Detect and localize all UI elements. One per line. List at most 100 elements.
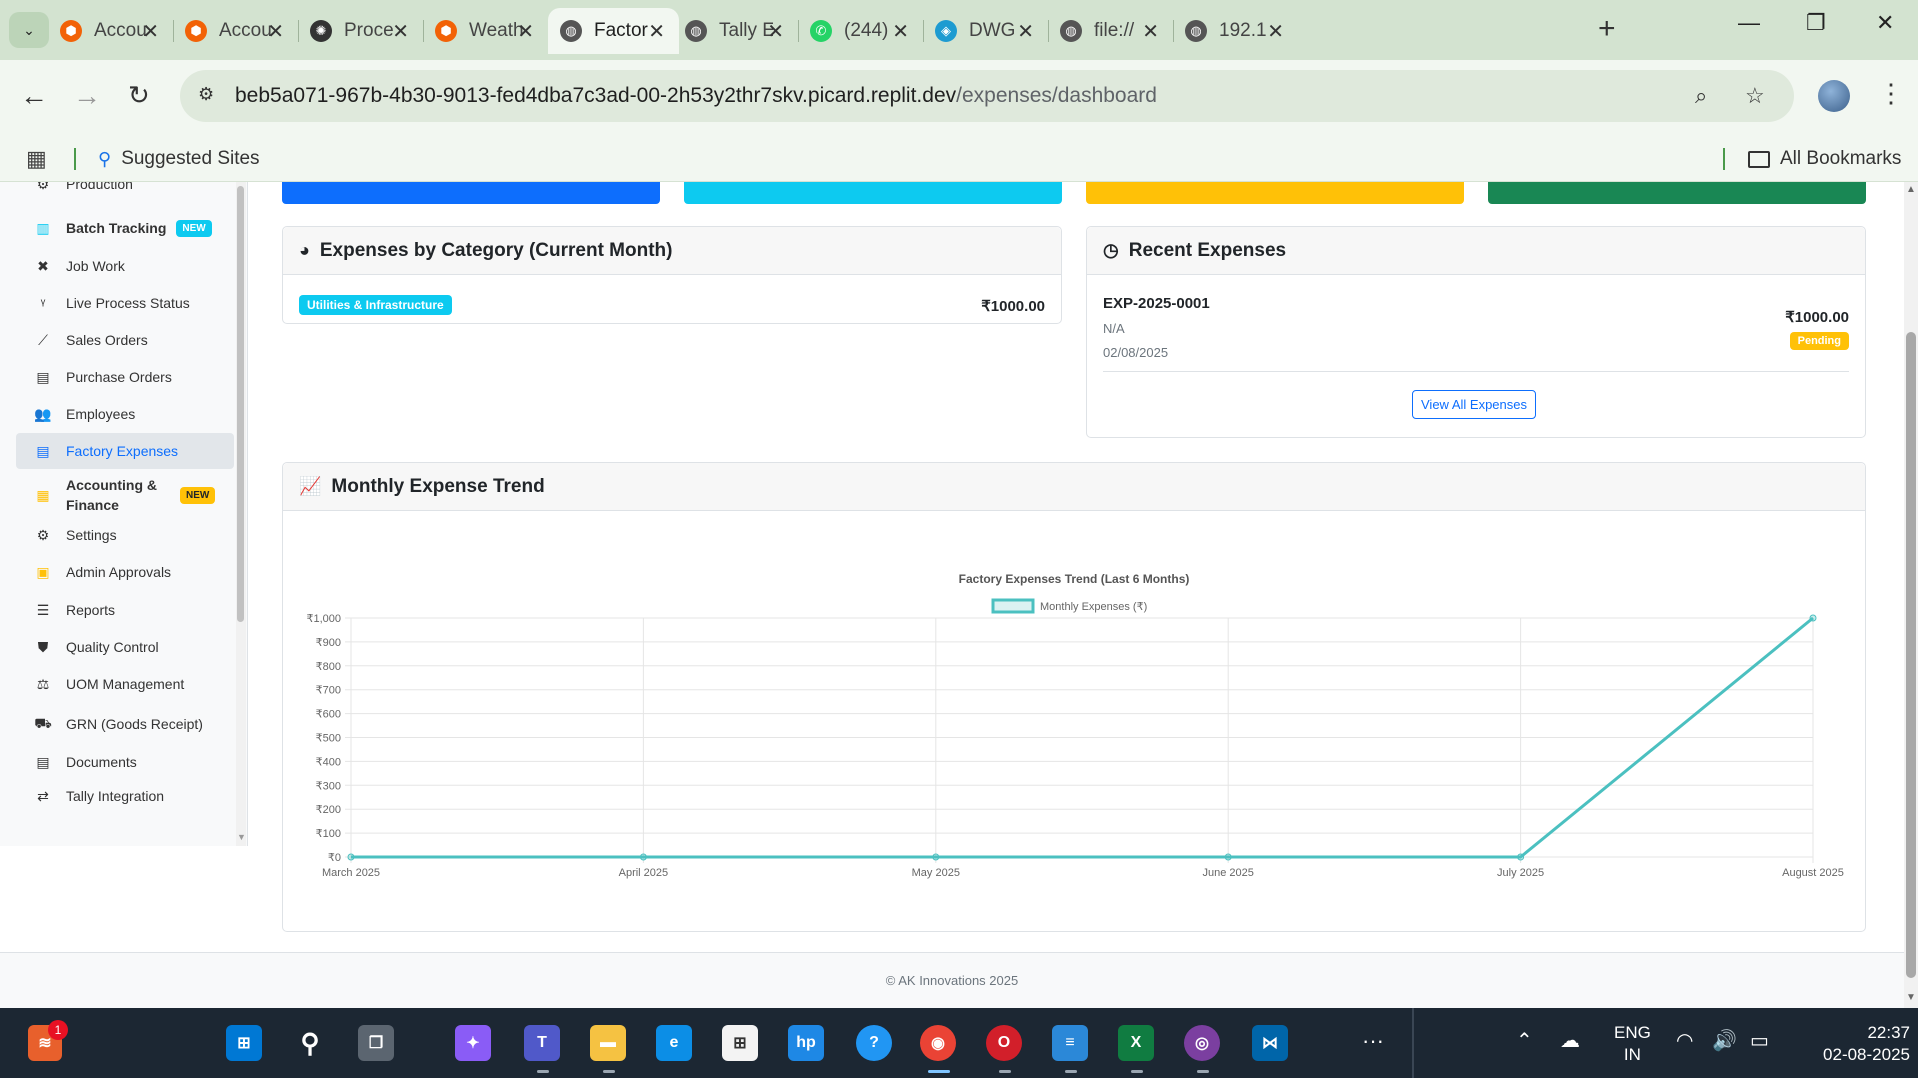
chrome-icon[interactable]: ◉: [920, 1025, 956, 1061]
running-indicator: [1065, 1070, 1077, 1073]
zoom-icon[interactable]: ⌕: [1695, 83, 1707, 109]
help-icon[interactable]: ?: [856, 1025, 892, 1061]
sidebar-item-label: Production: [66, 182, 133, 192]
restore-button[interactable]: ❐: [1806, 10, 1826, 36]
tab-search-button[interactable]: ⌄: [9, 12, 49, 48]
browser-tab[interactable]: ✆ (244) ✕: [798, 8, 923, 54]
expense-date: 02/08/2025: [1103, 345, 1169, 360]
sidebar-item-reports[interactable]: ☰ Reports: [16, 592, 234, 628]
sidebar-item-purchase-orders[interactable]: ▤ Purchase Orders: [16, 359, 234, 395]
y-tick-label: ₹400: [316, 756, 341, 768]
browser-menu-icon[interactable]: ⋮: [1878, 78, 1904, 109]
tab-title: Accou: [94, 20, 147, 41]
sidebar-item-admin-approvals[interactable]: ▣ Admin Approvals: [16, 554, 234, 590]
url-text[interactable]: beb5a071-967b-4b30-9013-fed4dba7c3ad-00-…: [235, 84, 1157, 108]
forward-icon[interactable]: →: [73, 80, 101, 112]
browser-tab[interactable]: ◈ DWG ✕: [923, 8, 1048, 54]
browser-tab[interactable]: ◍ 192.1 ✕: [1173, 8, 1298, 54]
sidebar-item-live-process-status[interactable]: ᵞ Live Process Status: [16, 285, 234, 321]
close-tab-icon[interactable]: ✕: [767, 19, 784, 44]
close-tab-icon[interactable]: ✕: [1142, 19, 1159, 44]
close-tab-icon[interactable]: ✕: [892, 19, 909, 44]
back-icon[interactable]: ←: [20, 80, 48, 112]
globe-icon: ◍: [1185, 20, 1207, 42]
close-tab-icon[interactable]: ✕: [648, 19, 665, 44]
teams-icon[interactable]: T: [524, 1025, 560, 1061]
chevron-up-icon[interactable]: ⌃: [1516, 1030, 1533, 1052]
language-indicator[interactable]: ENG IN: [1614, 1022, 1651, 1066]
apps-grid-icon[interactable]: ▦: [26, 146, 47, 172]
address-bar[interactable]: ⚙ beb5a071-967b-4b30-9013-fed4dba7c3ad-0…: [180, 70, 1794, 122]
notepad-icon[interactable]: ≡: [1052, 1025, 1088, 1061]
data-point: [1809, 614, 1817, 622]
excel-icon[interactable]: X: [1118, 1025, 1154, 1061]
sidebar-scroll-thumb[interactable]: [237, 186, 244, 622]
clock[interactable]: 22:37 02-08-2025: [1790, 1022, 1910, 1066]
sidebar-item-uom-management[interactable]: ⚖ UOM Management: [16, 666, 234, 702]
close-window-button[interactable]: ✕: [1876, 10, 1894, 36]
bookmark-star-icon[interactable]: ☆: [1745, 83, 1765, 109]
battery-icon[interactable]: ▭: [1750, 1030, 1769, 1052]
close-tab-icon[interactable]: ✕: [267, 19, 284, 44]
truck-icon: ⛟: [34, 714, 52, 731]
browser-tab[interactable]: ⬢ Accou ✕: [48, 8, 173, 54]
windows-start-icon[interactable]: ⊞: [226, 1025, 262, 1061]
browser-tab[interactable]: ⬢ Accou ✕: [173, 8, 298, 54]
profile-avatar[interactable]: [1818, 80, 1850, 112]
sidebar-item-factory-expenses[interactable]: ▤ Factory Expenses: [16, 433, 234, 469]
browser-tab[interactable]: ✺ Proce ✕: [298, 8, 423, 54]
close-tab-icon[interactable]: ✕: [1017, 19, 1034, 44]
page-scroll-thumb[interactable]: [1906, 332, 1916, 978]
sidebar-item-grn-goods-receipt[interactable]: ⛟ GRN (Goods Receipt): [16, 706, 234, 742]
sidebar-item-sales-orders[interactable]: ⟋ Sales Orders: [16, 322, 234, 358]
scroll-up-icon[interactable]: ▲: [1906, 184, 1916, 195]
opera-icon[interactable]: O: [986, 1025, 1022, 1061]
browser-tab[interactable]: ⬢ Weath ✕: [423, 8, 548, 54]
close-tab-icon[interactable]: ✕: [517, 19, 534, 44]
search-icon[interactable]: ⚲: [292, 1025, 328, 1061]
y-tick-label: ₹0: [328, 852, 341, 864]
tab-title: Accou: [219, 20, 272, 41]
x-tick-label: July 2025: [1497, 867, 1544, 879]
volume-icon[interactable]: 🔊: [1712, 1030, 1737, 1052]
file-explorer-icon[interactable]: ▬: [590, 1025, 626, 1061]
microsoft-store-icon[interactable]: ⊞: [722, 1025, 758, 1061]
sidebar-item-settings[interactable]: ⚙ Settings: [16, 517, 234, 553]
close-tab-icon[interactable]: ✕: [142, 19, 159, 44]
trend-card: 📈 Monthly Expense Trend Factory Expenses…: [282, 462, 1866, 932]
copilot-icon[interactable]: ✦: [455, 1025, 491, 1061]
new-tab-button[interactable]: +: [1598, 12, 1616, 46]
onedrive-icon[interactable]: ☁: [1560, 1030, 1580, 1052]
sidebar-item-production[interactable]: ⚙ Production: [16, 182, 234, 202]
browser-tab[interactable]: ◍ Factor ✕: [548, 8, 679, 54]
scroll-down-icon[interactable]: ▼: [1906, 992, 1916, 1003]
all-bookmarks-button[interactable]: All Bookmarks: [1748, 148, 1901, 170]
myhp-icon[interactable]: hp: [788, 1025, 824, 1061]
github-icon[interactable]: ◎: [1184, 1025, 1220, 1061]
sidebar-item-batch-tracking[interactable]: ▥ Batch Tracking NEW: [16, 210, 234, 246]
task-view-icon[interactable]: ❐: [358, 1025, 394, 1061]
users-icon: 👥: [34, 405, 52, 422]
sidebar-item-accounting-finance[interactable]: ▦ Accounting & Finance NEW: [16, 472, 234, 518]
view-all-expenses-button[interactable]: View All Expenses: [1412, 390, 1536, 419]
browser-tab[interactable]: ◍ Tally E ✕: [673, 8, 798, 54]
sidebar-item-tally-integration[interactable]: ⇄ Tally Integration: [16, 778, 234, 814]
reload-icon[interactable]: ↻: [128, 80, 150, 111]
data-point: [1224, 853, 1232, 861]
sidebar-item-job-work[interactable]: ✖ Job Work: [16, 248, 234, 284]
close-tab-icon[interactable]: ✕: [1267, 19, 1284, 44]
more-apps-icon[interactable]: ···: [1362, 1030, 1384, 1052]
sidebar-item-documents[interactable]: ▤ Documents: [16, 744, 234, 780]
minimize-button[interactable]: —: [1738, 10, 1760, 36]
sidebar-scroll-down-icon[interactable]: ▼: [237, 832, 246, 842]
sidebar-item-employees[interactable]: 👥 Employees: [16, 396, 234, 432]
vscode-icon[interactable]: ⋈: [1252, 1025, 1288, 1061]
expense-id[interactable]: EXP-2025-0001: [1103, 295, 1210, 312]
edge-icon[interactable]: e: [656, 1025, 692, 1061]
browser-tab[interactable]: ◍ file:// ✕: [1048, 8, 1173, 54]
bookmark-suggested-sites[interactable]: ⚲ Suggested Sites: [98, 148, 260, 170]
wifi-icon[interactable]: ◠: [1676, 1030, 1693, 1052]
site-info-icon[interactable]: ⚙: [198, 84, 222, 108]
sidebar-item-quality-control[interactable]: ⛊ Quality Control: [16, 629, 234, 665]
close-tab-icon[interactable]: ✕: [392, 19, 409, 44]
